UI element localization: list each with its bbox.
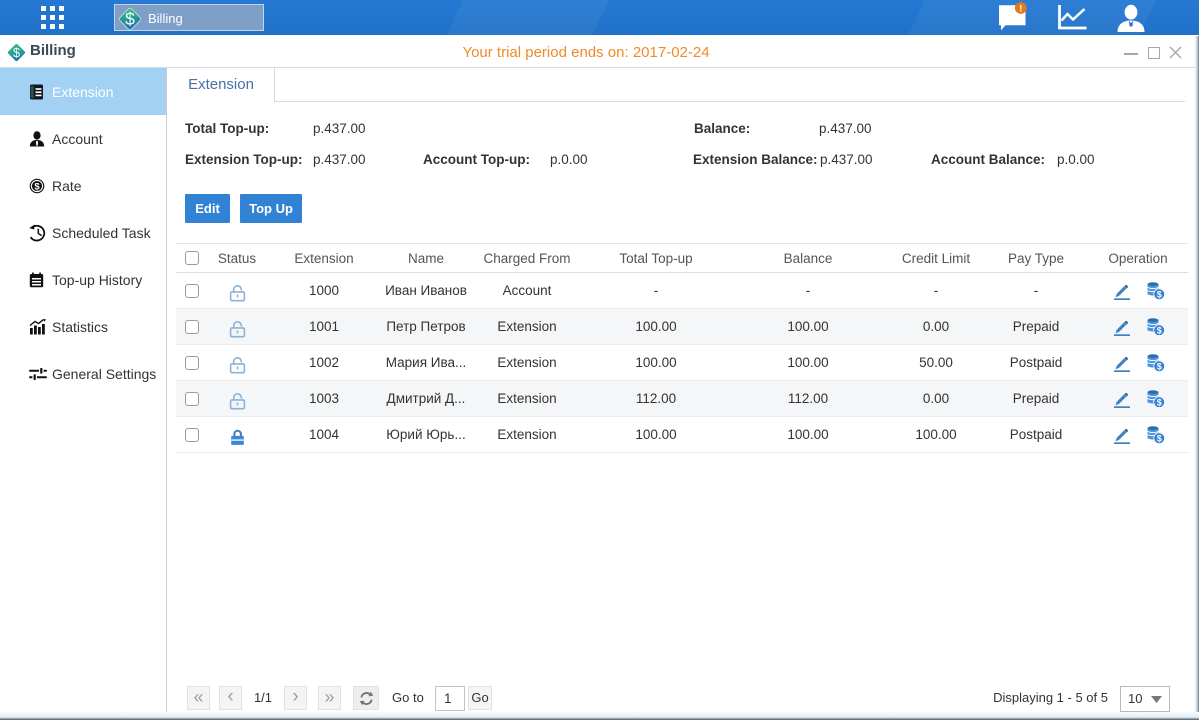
svg-text:!: ! [1019, 3, 1022, 14]
svg-text:$: $ [34, 181, 40, 192]
svg-text:$: $ [125, 9, 135, 29]
